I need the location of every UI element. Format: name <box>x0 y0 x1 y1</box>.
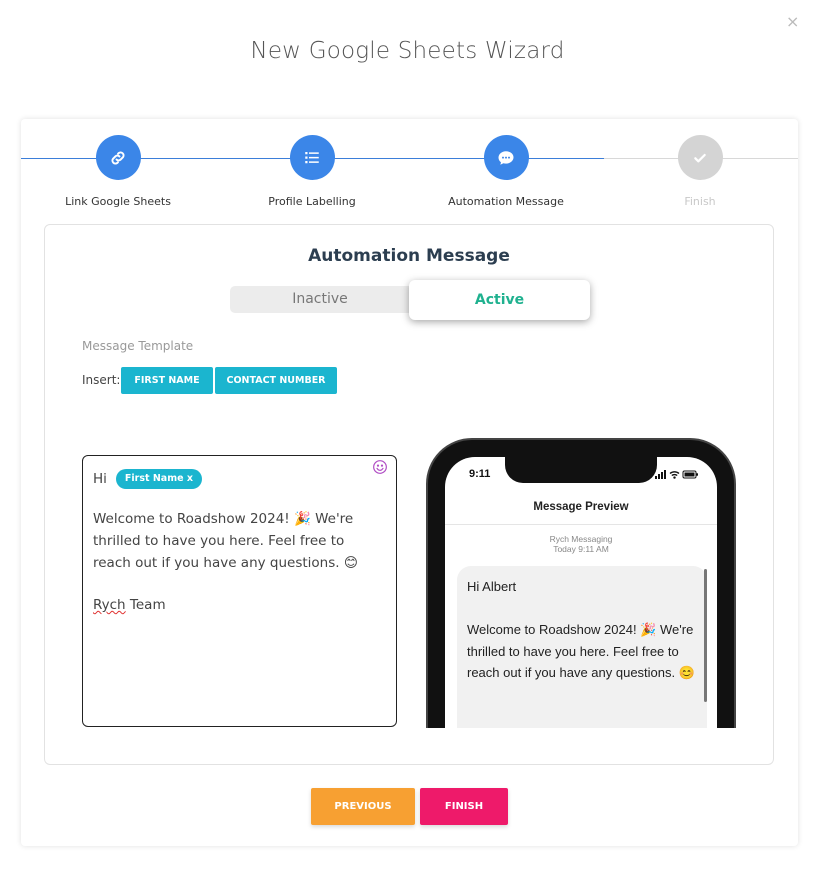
sender-name: Rych Messaging <box>549 534 613 544</box>
toggle-inactive[interactable]: Inactive <box>230 286 410 313</box>
first-name-chip[interactable]: First Name x <box>115 469 202 489</box>
step-automation-message[interactable]: Automation Message <box>426 135 586 208</box>
dialog-title: New Google Sheets Wizard <box>250 38 565 64</box>
phone-notch <box>505 457 657 483</box>
message-bubble: Hi Albert Welcome to Roadshow 2024! 🎉 We… <box>457 566 707 728</box>
step-label: Finish <box>684 195 716 208</box>
preview-scrollbar[interactable] <box>704 569 707 702</box>
phone-screen: 9:11 Message Preview Rych Messaging Toda… <box>445 457 717 728</box>
insert-first-name-button[interactable]: FIRST NAME <box>121 367 213 394</box>
step-label: Profile Labelling <box>268 195 356 208</box>
phone-preview: 9:11 Message Preview Rych Messaging Toda… <box>426 438 736 728</box>
step-finish[interactable]: Finish <box>620 135 780 208</box>
check-icon <box>677 135 723 180</box>
preview-title: Message Preview <box>533 501 629 513</box>
status-toggle[interactable]: Inactive Active <box>230 280 590 320</box>
list-icon <box>289 135 335 180</box>
wizard-card: Link Google Sheets Profile Labelling Aut… <box>21 119 798 846</box>
divider <box>445 524 717 525</box>
message-editor[interactable]: Hi First Name x Welcome to Roadshow 2024… <box>82 455 397 727</box>
signature-team: Team <box>125 597 166 613</box>
step-label: Link Google Sheets <box>65 195 171 208</box>
close-icon[interactable]: × <box>786 12 799 31</box>
phone-frame: 9:11 Message Preview Rych Messaging Toda… <box>426 438 736 728</box>
signature-name: Rych <box>93 597 126 613</box>
automation-panel: Automation Message Inactive Active Messa… <box>44 224 774 765</box>
step-label: Automation Message <box>448 195 564 208</box>
editor-greeting: Hi <box>93 471 107 487</box>
bubble-greeting: Hi Albert <box>467 579 517 594</box>
previous-button[interactable]: PREVIOUS <box>311 788 415 825</box>
chat-bubble-icon <box>483 135 529 180</box>
finish-button[interactable]: FINISH <box>420 788 508 825</box>
step-profile-labelling[interactable]: Profile Labelling <box>232 135 392 208</box>
toggle-active[interactable]: Active <box>409 280 590 320</box>
status-time: 9:11 <box>469 468 491 480</box>
link-icon <box>95 135 141 180</box>
sender-info: Rych Messaging Today 9:11 AM <box>445 534 717 554</box>
editor-signature: Rych Team <box>93 594 386 616</box>
emoji-picker-icon[interactable] <box>372 459 388 475</box>
insert-label: Insert: <box>82 373 121 387</box>
panel-title: Automation Message <box>308 246 510 266</box>
bubble-body: Welcome to Roadshow 2024! 🎉 We're thrill… <box>467 622 695 680</box>
sender-timestamp: Today 9:11 AM <box>553 544 609 554</box>
editor-body: Welcome to Roadshow 2024! 🎉 We're thrill… <box>93 511 358 571</box>
insert-contact-number-button[interactable]: CONTACT NUMBER <box>215 367 337 394</box>
message-template-label: Message Template <box>82 339 194 353</box>
step-link-google-sheets[interactable]: Link Google Sheets <box>38 135 198 208</box>
status-icons <box>655 470 698 479</box>
